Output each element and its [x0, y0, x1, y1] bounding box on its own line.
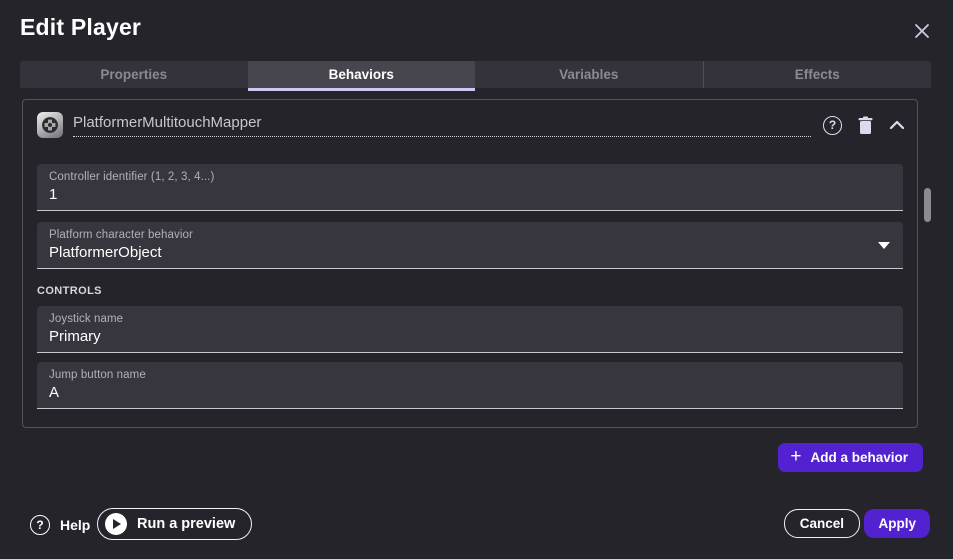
trash-icon[interactable] [857, 116, 874, 135]
joystick-name-field[interactable]: Joystick name [37, 306, 903, 353]
run-preview-button[interactable]: Run a preview [97, 508, 252, 540]
chevron-up-icon[interactable] [889, 120, 905, 130]
page-title: Edit Player [20, 14, 141, 41]
jump-button-name-field[interactable]: Jump button name [37, 362, 903, 409]
jump-button-name-input[interactable] [49, 384, 891, 401]
platform-character-behavior-label: Platform character behavior [49, 229, 891, 241]
controller-identifier-input[interactable] [49, 186, 891, 203]
cancel-button[interactable]: Cancel [784, 509, 860, 538]
tab-bar: Properties Behaviors Variables Effects [20, 61, 931, 88]
tab-variables[interactable]: Variables [475, 61, 703, 88]
tab-behaviors[interactable]: Behaviors [248, 61, 476, 88]
run-preview-label: Run a preview [137, 516, 235, 532]
play-icon [105, 513, 127, 535]
behavior-card: ? Controller identifier (1, 2, 3, 4...) … [22, 99, 918, 428]
help-icon[interactable]: ? [823, 116, 842, 135]
platform-character-behavior-value: PlatformerObject [49, 244, 891, 261]
jump-button-name-label: Jump button name [49, 369, 891, 381]
close-icon[interactable] [911, 20, 933, 42]
behavior-name-field [73, 114, 811, 137]
controls-section-header: CONTROLS [37, 285, 102, 297]
dialog-footer: ? Help Run a preview Cancel Apply [0, 501, 953, 559]
apply-button[interactable]: Apply [864, 509, 930, 538]
controller-identifier-label: Controller identifier (1, 2, 3, 4...) [49, 171, 891, 183]
chevron-down-icon[interactable] [878, 242, 890, 249]
scrollbar-thumb[interactable] [924, 188, 931, 222]
joystick-name-input[interactable] [49, 328, 891, 345]
help-label: Help [60, 517, 90, 533]
help-button[interactable]: ? Help [30, 515, 90, 535]
edit-object-dialog: Edit Player Properties Behaviors Variabl… [0, 0, 953, 559]
gamepad-dpad-icon [37, 112, 63, 138]
tab-properties[interactable]: Properties [20, 61, 248, 88]
controller-identifier-field[interactable]: Controller identifier (1, 2, 3, 4...) [37, 164, 903, 211]
add-behavior-label: Add a behavior [810, 450, 908, 465]
platform-character-behavior-field[interactable]: Platform character behavior PlatformerOb… [37, 222, 903, 269]
tab-effects[interactable]: Effects [703, 61, 932, 88]
add-behavior-button[interactable]: + Add a behavior [778, 443, 923, 472]
behavior-card-header: ? [23, 100, 917, 150]
behavior-name-input[interactable] [73, 114, 811, 131]
plus-icon: + [790, 447, 801, 466]
joystick-name-label: Joystick name [49, 313, 891, 325]
question-circle-icon: ? [30, 515, 50, 535]
